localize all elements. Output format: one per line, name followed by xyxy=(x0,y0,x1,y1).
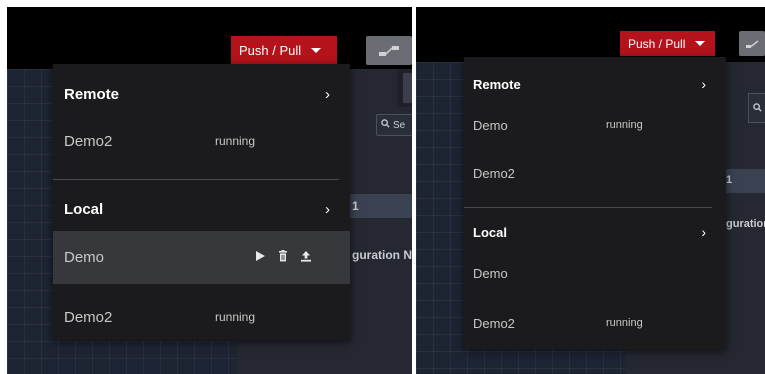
search-placeholder: Se xyxy=(393,119,406,131)
right-screenshot-panel: 1 guration Push / Pull Remote › Demo run… xyxy=(416,7,765,374)
chevron-right-icon: › xyxy=(701,224,706,240)
push-pull-dropdown-menu: Remote › Demo running Demo2 Local › Demo… xyxy=(464,57,726,349)
item-name: Demo2 xyxy=(473,165,515,181)
row-number: 1 xyxy=(352,199,359,213)
trash-icon[interactable] xyxy=(278,249,288,267)
local-title: Local xyxy=(473,224,507,240)
item-status: running xyxy=(215,310,256,324)
local-section-header[interactable]: Local › xyxy=(464,220,726,244)
item-name: Demo xyxy=(64,249,105,266)
caret-down-icon xyxy=(311,48,322,53)
local-item-demo2[interactable]: Demo2 running xyxy=(464,310,726,336)
push-pull-button[interactable]: Push / Pull xyxy=(620,31,715,56)
remote-item-demo[interactable]: Demo running xyxy=(464,112,726,138)
flow-button[interactable] xyxy=(739,31,765,56)
flow-button[interactable] xyxy=(366,36,412,65)
remote-item-demo2[interactable]: Demo2 xyxy=(464,160,726,186)
search-field[interactable] xyxy=(748,93,765,123)
search-field[interactable]: Se xyxy=(376,114,412,136)
item-name: Demo2 xyxy=(64,308,113,326)
local-section-header[interactable]: Local › xyxy=(53,196,350,222)
row-actions xyxy=(254,249,312,267)
tab-settings[interactable] xyxy=(403,73,412,103)
caret-down-icon xyxy=(695,41,706,46)
item-name: Demo2 xyxy=(473,315,515,331)
remote-section-header[interactable]: Remote › xyxy=(53,81,350,107)
local-item-demo2[interactable]: Demo2 running xyxy=(53,298,350,336)
search-icon xyxy=(753,103,762,112)
remote-item-demo2[interactable]: Demo2 running xyxy=(53,121,350,161)
remote-title: Remote xyxy=(473,76,521,92)
item-status: running xyxy=(215,134,256,148)
item-name: Demo xyxy=(473,265,508,281)
item-name: Demo2 xyxy=(64,132,113,150)
push-pull-label: Push / Pull xyxy=(239,43,302,58)
remote-title: Remote xyxy=(64,85,120,103)
upload-icon[interactable] xyxy=(300,249,312,267)
section-divider xyxy=(53,179,339,180)
push-pull-dropdown-menu: Remote › Demo2 running Local › Demo Demo… xyxy=(53,64,350,340)
push-pull-button[interactable]: Push / Pull xyxy=(231,36,337,65)
local-title: Local xyxy=(64,200,104,218)
chevron-right-icon: › xyxy=(325,200,330,218)
play-icon[interactable] xyxy=(254,249,266,267)
flow-icon xyxy=(379,45,399,56)
config-label: guration xyxy=(726,218,765,230)
remote-section-header[interactable]: Remote › xyxy=(464,72,726,96)
item-status: running xyxy=(606,119,643,131)
config-label: guration N xyxy=(352,248,412,262)
section-divider xyxy=(464,207,712,208)
item-name: Demo xyxy=(473,117,508,133)
top-bar xyxy=(7,7,412,69)
item-status: running xyxy=(606,317,643,329)
chevron-right-icon: › xyxy=(325,85,330,103)
local-item-demo[interactable]: Demo xyxy=(53,231,350,284)
local-item-demo[interactable]: Demo xyxy=(464,260,726,286)
flow-icon xyxy=(746,39,759,48)
row-number: 1 xyxy=(726,174,733,186)
push-pull-label: Push / Pull xyxy=(628,36,686,51)
chevron-right-icon: › xyxy=(701,76,706,92)
search-icon xyxy=(381,119,390,131)
left-screenshot-panel: Se 1 guration N Push / Pull Remote › Dem… xyxy=(7,7,412,374)
